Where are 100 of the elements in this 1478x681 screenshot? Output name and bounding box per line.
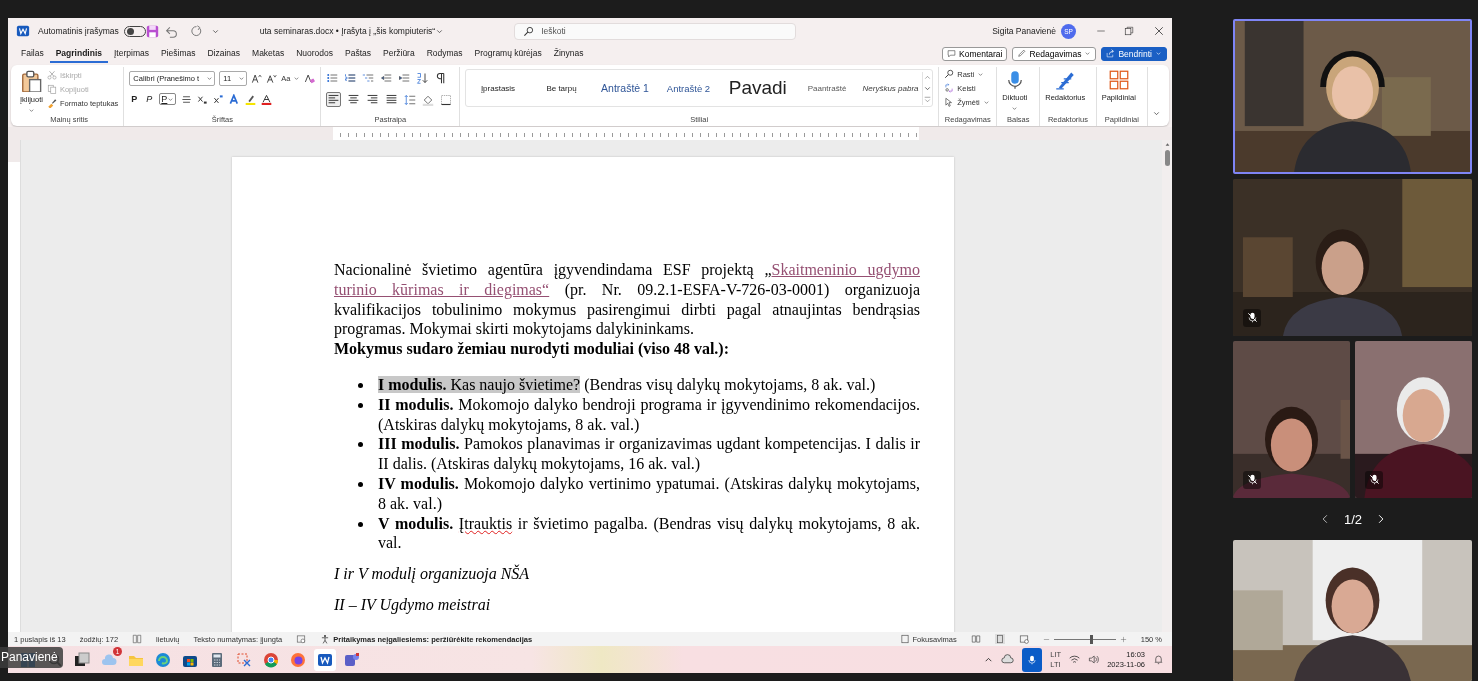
text-effect-icon[interactable] <box>229 93 241 105</box>
redo-icon[interactable] <box>189 24 203 38</box>
underline-button[interactable]: P <box>159 93 177 105</box>
proofing-icon[interactable] <box>132 634 143 644</box>
project-link[interactable]: turinio kūrimas ir diegimas“ <box>334 280 550 298</box>
line-spacing-icon[interactable] <box>404 93 417 106</box>
brush-icon <box>46 98 57 108</box>
save-icon[interactable] <box>145 24 159 38</box>
increase-indent-icon[interactable] <box>398 72 411 84</box>
grow-font-icon[interactable] <box>251 73 263 84</box>
strikethrough-icon[interactable] <box>181 93 193 105</box>
snipping-tool-icon[interactable] <box>236 651 252 668</box>
font-color-icon[interactable] <box>261 93 273 105</box>
project-link[interactable]: Skaitmeninio ugdymo <box>771 261 920 278</box>
note-line: II – IV Ugdymo meistrai <box>334 594 492 615</box>
style-option[interactable]: Antraštė 2 <box>656 82 721 94</box>
style-option[interactable]: Pavadi <box>720 77 796 99</box>
shrink-font-icon[interactable] <box>266 73 278 84</box>
undo-icon[interactable] <box>164 24 178 38</box>
share-button[interactable]: Bendrinti <box>1101 46 1167 61</box>
bold-button[interactable]: P <box>129 94 140 104</box>
align-left-icon[interactable] <box>326 92 342 107</box>
style-option[interactable]: Antraštė 1 <box>593 82 657 94</box>
search-icon <box>944 69 955 79</box>
paste-icon <box>20 70 43 92</box>
presenter-name: Panavienė <box>1 650 58 664</box>
print-layout-icon[interactable] <box>994 634 1005 644</box>
speaker-icon[interactable] <box>1088 654 1100 665</box>
accessibility-icon <box>320 634 331 644</box>
browser-icon[interactable] <box>155 651 171 668</box>
share-icon <box>1106 49 1116 58</box>
ribbon-tab[interactable]: Peržiūra <box>377 44 421 63</box>
italic-button[interactable]: P <box>144 94 155 104</box>
document-app-icon <box>16 24 30 38</box>
shading-icon[interactable] <box>422 93 435 106</box>
ribbon-tab[interactable]: Žinynas <box>547 44 590 63</box>
module-item: III modulis. Pamokos planavimas ir organizavimas ugdant kompetencijas. I dalis ir II dalis. (Atskiras dalykų mokytojams, 16 ak. val.) <box>378 434 920 474</box>
sort-icon[interactable] <box>416 72 429 84</box>
browser-icon[interactable] <box>263 651 279 668</box>
close-icon[interactable] <box>1154 26 1164 36</box>
restore-icon[interactable] <box>1124 26 1134 36</box>
cloud-icon[interactable] <box>1001 653 1015 666</box>
read-mode-icon[interactable] <box>970 634 981 644</box>
notification-bell-icon[interactable] <box>1153 654 1164 665</box>
style-option[interactable]: Paantraštė <box>795 83 859 93</box>
ribbon-tab[interactable]: Nuorodos <box>290 44 340 63</box>
multilevel-list-icon[interactable] <box>362 72 375 84</box>
caret-icon <box>982 98 990 106</box>
macro-icon[interactable] <box>296 634 307 644</box>
cloud-icon[interactable] <box>101 651 117 668</box>
collapse-ribbon-icon[interactable] <box>1152 109 1161 118</box>
pencil-icon <box>1017 49 1027 58</box>
ribbon-tab[interactable]: Piešimas <box>154 44 202 63</box>
align-right-icon[interactable] <box>366 93 380 106</box>
ribbon-tab[interactable]: Rodymas <box>420 44 469 63</box>
style-option[interactable]: Įprastasis <box>466 83 530 93</box>
ribbon-tab[interactable]: Paštas <box>339 44 378 63</box>
ribbon-tab[interactable]: Pagrindinis <box>49 44 108 63</box>
web-layout-icon[interactable] <box>1018 634 1029 644</box>
document-title[interactable]: uta seminaras.docx • Įrašyta į „šis kompiuteris“ <box>259 26 436 36</box>
module-item: IV modulis. Mokomojo dalyko vertinimo ypatumai. (Atskiras dalykų mokytojams, 8 ak. val.) <box>378 473 920 514</box>
chat-app-icon[interactable] <box>344 651 360 668</box>
microphone-button[interactable] <box>1022 647 1043 672</box>
clear-format-icon[interactable] <box>304 73 316 84</box>
wifi-icon[interactable] <box>1069 654 1081 665</box>
bullet-icon <box>358 402 363 408</box>
superscript-icon[interactable] <box>213 93 225 105</box>
browser-icon[interactable] <box>290 651 306 668</box>
ribbon-tab[interactable]: Programų kūrėjas <box>468 44 548 63</box>
highlighter-icon[interactable] <box>245 93 257 105</box>
scroll-up-icon[interactable] <box>1163 142 1171 147</box>
bullet-icon <box>358 481 363 487</box>
numbering-icon[interactable] <box>344 72 357 84</box>
align-center-icon[interactable] <box>347 93 361 106</box>
style-option[interactable]: Neryškus pabra <box>858 83 923 93</box>
style-option[interactable]: Be tarpų <box>529 83 594 93</box>
borders-icon[interactable] <box>440 93 453 106</box>
autosave-label: Automatinis įrašymas <box>38 26 119 36</box>
search-field[interactable]: Ieškoti <box>514 22 797 40</box>
comments-button[interactable]: Komentarai <box>942 46 1008 61</box>
grid-icon <box>1108 70 1129 90</box>
scrollbar-thumb[interactable] <box>1164 150 1170 166</box>
bullet-icon <box>358 521 363 527</box>
editing-mode-button[interactable]: Redagavimas <box>1012 46 1097 61</box>
decrease-indent-icon[interactable] <box>380 72 393 84</box>
align-justify-icon[interactable] <box>385 93 399 106</box>
chevron-up-icon[interactable] <box>984 655 994 664</box>
intro-paragraph: Nacionalinė švietimo agentūra įgyvendindama ESF projektą „Skaitmeninio ugdymo turinio kūrimas ir diegimas“ (pr. Nr. 09.2.1-ESFA-V-726-03-0001) organizuoja kvalifikacijos tobulinimo mokymus pasirengimui dirbti pagal atnaujintas bendrąsias programas. Mokymai skirti mokytojams dalykininkams. <box>334 260 920 340</box>
document-app-icon[interactable] <box>317 651 333 668</box>
ribbon-tab[interactable]: Maketas <box>246 44 291 63</box>
scissors-icon <box>46 70 57 80</box>
ribbon-tab[interactable]: Įterpimas <box>108 44 155 63</box>
caret-icon <box>206 75 214 82</box>
ribbon-tab[interactable]: Failas <box>15 44 50 63</box>
ribbon-tab[interactable]: Dizainas <box>201 44 247 63</box>
pilcrow-icon[interactable] <box>434 72 447 84</box>
task-view-icon[interactable] <box>74 651 90 668</box>
bullets-icon[interactable] <box>326 72 339 84</box>
caret-icon <box>1011 105 1019 112</box>
calculator-icon[interactable] <box>209 651 225 668</box>
